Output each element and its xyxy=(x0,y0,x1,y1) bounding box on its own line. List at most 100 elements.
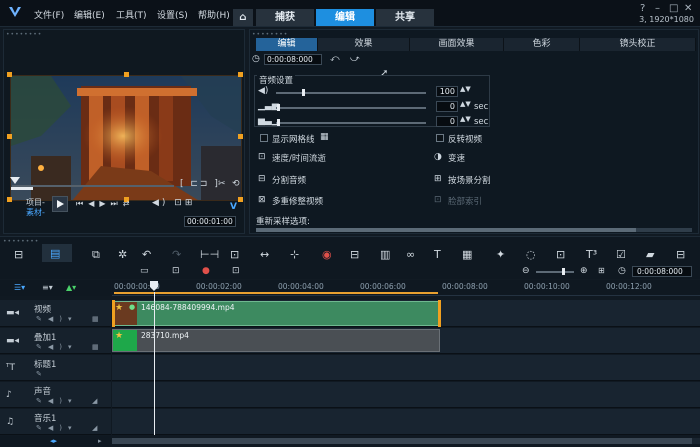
rotate-right-icon[interactable]: ⤻ xyxy=(350,54,360,64)
audio-wave-icon[interactable]: ◢ xyxy=(92,424,97,432)
track-header-video[interactable]: ▬◂ 视频 ✎◀)▾ ▦ xyxy=(0,300,111,327)
scrub-bar[interactable] xyxy=(12,185,174,187)
filmstrip-icon[interactable]: ▥ xyxy=(380,248,390,261)
menu-help[interactable]: 帮助(H) xyxy=(198,8,230,21)
duration-input[interactable]: 0:00:08:000 xyxy=(264,54,322,65)
fade-in-slider[interactable] xyxy=(276,107,426,109)
tab-capture[interactable]: 捕获 xyxy=(256,9,314,26)
mixer-icon[interactable]: ⊟ xyxy=(350,248,359,261)
menu-edit[interactable]: 编辑(E) xyxy=(74,8,105,21)
crop-handle[interactable] xyxy=(7,197,12,202)
crop-handle[interactable] xyxy=(238,197,243,202)
menu-tools[interactable]: 工具(T) xyxy=(116,8,147,21)
trim-range[interactable] xyxy=(11,187,33,190)
close-icon[interactable]: ✕ xyxy=(684,3,692,14)
tab-effects[interactable]: 效果 xyxy=(318,38,410,51)
fit-project-icon[interactable]: ⊞ xyxy=(598,266,605,275)
text-tool-icon[interactable]: T xyxy=(434,248,441,261)
play-button[interactable] xyxy=(52,196,68,212)
project-duration[interactable]: 0:00:08:000 xyxy=(632,266,692,277)
reverse-checkbox[interactable] xyxy=(436,134,444,142)
check-icon[interactable]: ☑ xyxy=(616,248,626,261)
fade-in-slider-thumb[interactable] xyxy=(277,104,280,111)
options-scrollbar[interactable] xyxy=(256,228,692,232)
split-scene-button[interactable]: 按场景分割 xyxy=(448,174,491,186)
track-voice[interactable] xyxy=(112,382,700,408)
track-header-music[interactable]: ♫ 音乐1 ✎◀)▾ ◢ xyxy=(0,409,111,435)
track-controls[interactable]: ✎◀)▾ xyxy=(36,315,78,323)
track-header-voice[interactable]: ♪ 声音 ✎◀)▾ ◢ xyxy=(0,382,111,408)
timeline-hscrollbar[interactable] xyxy=(112,438,700,444)
motion-icon[interactable]: ▦ xyxy=(462,248,472,261)
tools-icon[interactable]: ✲ xyxy=(118,248,127,261)
panel-grip[interactable]: •••••••• xyxy=(3,238,39,245)
tab-lens-correction[interactable]: 镜头校正 xyxy=(580,38,696,51)
multi-trim-button[interactable]: 多重修整视频 xyxy=(272,195,323,207)
title-3d-icon[interactable]: T³ xyxy=(586,248,597,261)
tracking-icon[interactable]: ✦ xyxy=(496,248,505,261)
clip-trim-handle[interactable] xyxy=(112,300,115,327)
add-track-icon[interactable]: ▲▾ xyxy=(66,283,76,292)
export-icon[interactable]: ⊟ xyxy=(676,248,685,261)
speed-time-button[interactable]: 速度/时间流逝 xyxy=(272,152,326,164)
panel-grip[interactable]: •••••••• xyxy=(6,31,42,38)
audio-wave-icon[interactable]: ◢ xyxy=(92,397,97,405)
tab-edit-options[interactable]: 编辑 xyxy=(256,38,318,51)
track-manager-icon[interactable]: ☰▾ xyxy=(14,283,25,292)
crop-handle[interactable] xyxy=(7,72,12,77)
transport-controls[interactable]: ⏮◀▶⏭⇄ xyxy=(76,199,134,209)
volume-controls[interactable]: ◀) ⊡⊞ xyxy=(152,198,195,208)
fade-out-slider-thumb[interactable] xyxy=(277,119,280,126)
variable-speed-button[interactable]: 变速 xyxy=(448,152,465,164)
volume-slider-thumb[interactable] xyxy=(302,89,305,96)
zoom-slider-thumb[interactable] xyxy=(562,268,565,275)
volume-stepper-icon[interactable]: ▲▼ xyxy=(460,85,471,93)
snapshot-icon[interactable]: ⟲ xyxy=(232,179,240,189)
track-controls[interactable]: ✎◀)▾ xyxy=(36,397,78,405)
crop-handle[interactable] xyxy=(124,72,129,77)
split-audio-button[interactable]: 分割音频 xyxy=(272,174,306,186)
zoom-slider[interactable] xyxy=(536,271,574,273)
scroll-left-icon[interactable]: ◂▸ xyxy=(50,437,57,445)
move-icon[interactable]: ⊹ xyxy=(290,248,299,261)
chapter-icon[interactable]: ≡▾ xyxy=(42,283,53,292)
volume-input[interactable]: 100 xyxy=(436,86,458,97)
volume-slider[interactable] xyxy=(276,92,426,94)
scroll-right-icon[interactable]: ▸ xyxy=(98,437,102,445)
tab-edit[interactable]: 编辑 xyxy=(316,9,374,26)
menu-file[interactable]: 文件(F) xyxy=(34,8,64,21)
zoom-out-icon[interactable]: ⊖ xyxy=(522,266,530,276)
track-video[interactable]: ★ ● 146084-788409994.mp4 xyxy=(112,300,700,327)
crop-icon[interactable]: ⊡ xyxy=(230,248,239,261)
color-icon[interactable]: ▰ xyxy=(646,248,654,261)
insert-icon[interactable]: ⊡ xyxy=(172,266,180,276)
help-icon[interactable]: ? xyxy=(640,3,645,14)
track-header-overlay[interactable]: ▬◂ 叠加1 ✎◀)▾ ▦ xyxy=(0,328,111,354)
replace-icon[interactable]: ⧉ xyxy=(92,248,100,262)
timeline-hscrollbar-thumb[interactable] xyxy=(112,438,692,444)
track-header-title[interactable]: ᵀT 标题1 ✎ xyxy=(0,355,111,381)
timeline-ruler[interactable]: 00:00:00:00 00:00:02:00 00:00:04:00 00:0… xyxy=(112,280,700,296)
snapshot-tool-icon[interactable]: ▭ xyxy=(140,266,149,276)
scrub-handle-icon[interactable] xyxy=(9,176,21,186)
maximize-icon[interactable]: □ xyxy=(669,3,678,14)
track-controls[interactable]: ✎◀)▾ xyxy=(36,424,78,432)
undo-icon[interactable]: ↶ xyxy=(142,248,151,261)
options-scrollbar-thumb[interactable] xyxy=(256,228,636,232)
fade-out-slider[interactable] xyxy=(276,122,426,124)
tab-color[interactable]: 色彩 xyxy=(504,38,580,51)
clip-trim-handle[interactable] xyxy=(438,300,441,327)
mic-icon[interactable]: ● xyxy=(202,266,210,276)
crop-handle[interactable] xyxy=(238,72,243,77)
split-icon[interactable]: ↔ xyxy=(260,248,269,261)
home-tab[interactable]: ⌂ xyxy=(233,9,253,26)
crop-handle[interactable] xyxy=(7,134,12,139)
grid-icon[interactable]: ▦ xyxy=(320,132,329,142)
track-controls[interactable]: ✎◀)▾ xyxy=(36,343,78,351)
record-icon[interactable]: ◉ xyxy=(322,248,332,261)
zoom-in-icon[interactable]: ⊕ xyxy=(580,266,588,276)
trim-marker-icons[interactable]: [ ⊏⊐ ] xyxy=(180,179,220,189)
grid-icon[interactable]: ▦ xyxy=(92,343,99,351)
track-overlay[interactable]: ★ 283710.mp4 xyxy=(112,328,700,354)
mask-icon[interactable]: ◌ xyxy=(526,248,536,261)
